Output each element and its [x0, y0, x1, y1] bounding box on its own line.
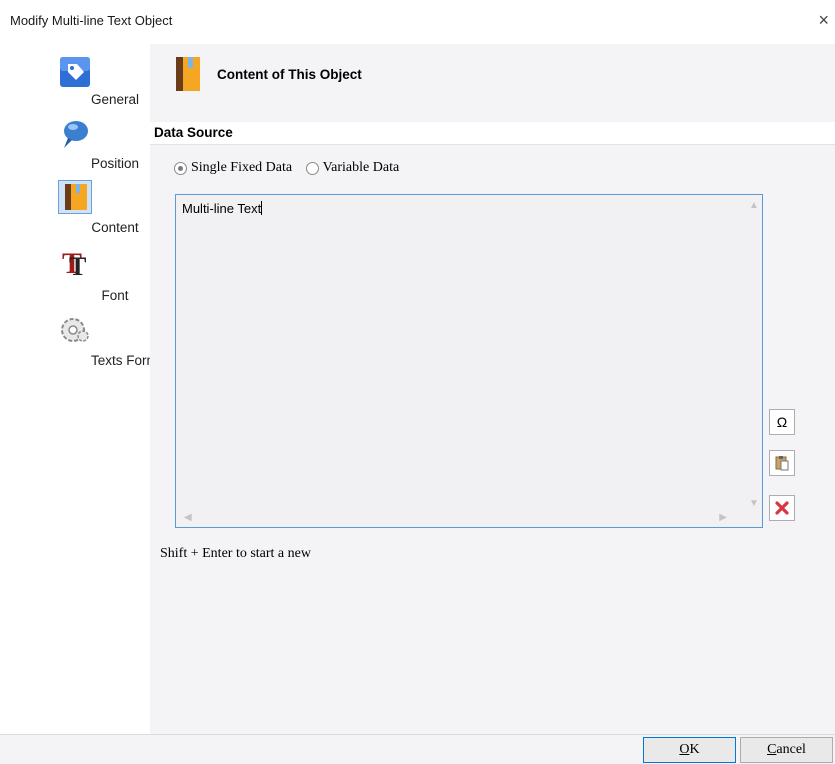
single-fixed-data-radio[interactable]: Single Fixed Data — [174, 160, 292, 176]
sidebar-item-font[interactable]: T T Font — [0, 244, 129, 304]
horizontal-scrollbar[interactable]: ◀ ▶ — [176, 510, 747, 527]
ok-label: OK — [679, 742, 700, 757]
dialog-footer: OK Cancel — [0, 734, 835, 764]
cancel-label: Cancel — [767, 742, 806, 757]
clipboard-icon — [775, 456, 789, 471]
radio-unchecked-icon[interactable] — [305, 161, 319, 175]
text-caret — [261, 201, 263, 215]
delete-button[interactable] — [769, 495, 795, 521]
panel-header: Content of This Object — [150, 44, 835, 118]
content-textarea[interactable]: Multi-line Text ▲ ▼ ◀ ▶ — [175, 194, 763, 528]
ok-button[interactable]: OK — [643, 737, 736, 763]
cancel-button[interactable]: Cancel — [740, 737, 833, 763]
section-header: Data Source — [150, 122, 835, 145]
radio-checked-icon[interactable] — [174, 161, 187, 175]
svg-text:T: T — [69, 252, 86, 278]
sidebar-item-position[interactable]: Position — [0, 118, 139, 178]
font-icon: T T — [0, 246, 150, 278]
sidebar-item-general[interactable]: General — [0, 54, 139, 114]
scroll-up-icon[interactable]: ▲ — [749, 201, 759, 211]
variable-data-radio[interactable]: Variable Data — [305, 160, 400, 176]
sidebar: General Position Content T T Font Texts … — [0, 44, 169, 734]
radio-label: Variable Data — [322, 160, 400, 175]
sidebar-item-content[interactable]: Content — [0, 178, 139, 240]
window-title: Modify Multi-line Text Object — [10, 13, 173, 28]
book-icon — [174, 56, 202, 95]
close-icon[interactable]: × — [818, 11, 829, 29]
book-icon — [0, 180, 150, 214]
hint-text: Shift + Enter to start a new — [160, 546, 311, 561]
gear-icon — [0, 313, 150, 347]
omega-icon: Ω — [776, 414, 788, 430]
sidebar-item-texts-format[interactable]: Texts Format — [0, 309, 169, 369]
data-source-options: Single Fixed Data Variable Data — [174, 160, 409, 180]
vertical-scrollbar[interactable]: ▲ ▼ — [745, 195, 762, 511]
textarea-value: Multi-line Text — [182, 201, 262, 216]
main-panel: Content of This Object Data Source Singl… — [150, 44, 835, 734]
insert-symbol-button[interactable]: Ω — [769, 409, 795, 435]
page-title: Content of This Object — [217, 67, 362, 82]
delete-x-icon — [775, 501, 789, 515]
scroll-left-icon[interactable]: ◀ — [184, 513, 192, 523]
paste-button[interactable] — [769, 450, 795, 476]
radio-label: Single Fixed Data — [191, 160, 293, 175]
pin-icon — [0, 118, 150, 150]
title-bar: Modify Multi-line Text Object × — [0, 0, 835, 44]
scroll-right-icon[interactable]: ▶ — [719, 513, 727, 523]
scroll-down-icon[interactable]: ▼ — [749, 499, 759, 509]
tag-icon — [0, 56, 150, 88]
section-title: Data Source — [154, 125, 233, 140]
